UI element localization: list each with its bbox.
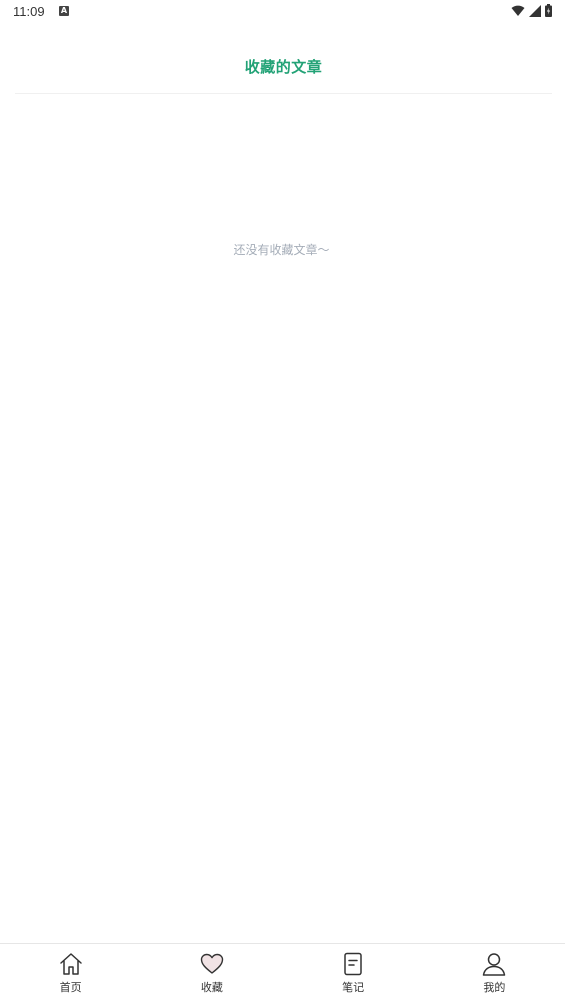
nav-item-favorites[interactable]: 收藏: [141, 944, 282, 1004]
wifi-icon: [511, 5, 525, 16]
favorites-screen: 11:09 A 收藏的文章 还没有收藏文章～ 首页 收藏 笔记 我的: [0, 0, 565, 1004]
nav-item-home[interactable]: 首页: [0, 944, 141, 1004]
note-icon: [344, 952, 362, 976]
page-title: 收藏的文章: [244, 58, 323, 76]
nav-label-favorites: 收藏: [200, 981, 223, 994]
heart-icon: [200, 953, 224, 974]
status-time: 11:09: [13, 4, 45, 19]
nav-label-notes: 笔记: [342, 981, 365, 994]
page-header: 收藏的文章: [15, 40, 552, 94]
battery-icon: [545, 4, 552, 17]
bottom-nav: 首页 收藏 笔记 我的: [0, 943, 565, 1004]
nav-label-me: 我的: [483, 981, 506, 994]
status-bar: 11:09 A: [0, 0, 565, 24]
status-icons: [511, 4, 552, 17]
nav-item-notes[interactable]: 笔记: [283, 944, 424, 1004]
home-icon: [59, 953, 82, 975]
signal-icon: [529, 4, 541, 17]
nav-label-home: 首页: [59, 981, 82, 994]
user-icon: [483, 953, 506, 976]
empty-state-message: 还没有收藏文章～: [233, 243, 330, 257]
nav-item-me[interactable]: 我的: [424, 944, 565, 1004]
notification-icon: A: [59, 6, 69, 16]
